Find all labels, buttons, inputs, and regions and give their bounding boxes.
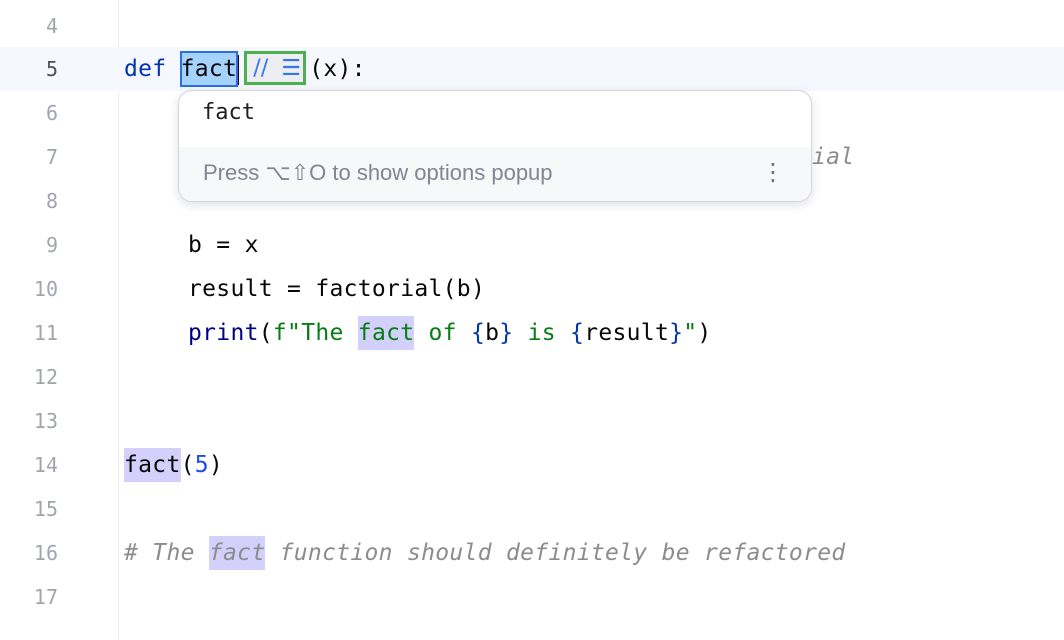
line-number: 16 bbox=[33, 541, 58, 565]
line-number: 7 bbox=[45, 145, 58, 169]
string-part: " bbox=[683, 320, 698, 346]
rename-suggestion-popup: fact Press ⌥⇧O to show options popup ⋮ bbox=[178, 90, 812, 202]
usage-highlight: fact bbox=[124, 448, 181, 482]
suggestion-label: fact bbox=[202, 100, 255, 125]
code-text: print(f"The fact of {b} is {result}") bbox=[188, 311, 712, 355]
footer-hint-text: Press ⌥⇧O to show options popup bbox=[203, 160, 553, 185]
paren: ) bbox=[697, 320, 712, 346]
code-line-17[interactable]: 17 bbox=[0, 575, 1064, 619]
code-line-13[interactable]: 13 bbox=[0, 399, 1064, 443]
code-line-12[interactable]: 12 bbox=[0, 355, 1064, 399]
code-line-11[interactable]: 11 print(f"The fact of {b} is {result}") bbox=[0, 311, 1064, 355]
def-keyword: def bbox=[124, 56, 167, 82]
text-caret bbox=[236, 54, 240, 85]
brace: { bbox=[470, 320, 486, 346]
line-number: 11 bbox=[33, 321, 58, 345]
code-line-5[interactable]: 5 def fact // ☰ (x): bbox=[0, 47, 1064, 91]
code-text: result = factorial(b) bbox=[188, 276, 486, 302]
more-options-icon[interactable]: ⋮ bbox=[761, 157, 785, 187]
options-list-icon[interactable]: ☰ bbox=[281, 56, 301, 82]
code-line-14[interactable]: 14 fact(5) bbox=[0, 443, 1064, 487]
string-part: is bbox=[513, 320, 571, 346]
suggestion-item[interactable]: fact bbox=[179, 91, 811, 147]
comment-toggle-icon[interactable]: // bbox=[253, 56, 268, 82]
code-text: # The fact function should definitely be… bbox=[124, 531, 846, 575]
code-line-16[interactable]: 16 # The fact function should definitely… bbox=[0, 531, 1064, 575]
usage-highlight: fact bbox=[208, 536, 266, 570]
line-number: 4 bbox=[45, 14, 58, 38]
comment-part: function should definitely be refactored bbox=[265, 540, 846, 566]
code-text: fact(5) bbox=[124, 443, 223, 487]
paren: ) bbox=[208, 452, 224, 478]
code-text: def fact // ☰ (x): bbox=[124, 47, 366, 91]
line-number: 6 bbox=[45, 101, 58, 125]
string-part: f"The bbox=[272, 320, 358, 346]
params: (x): bbox=[309, 56, 366, 82]
comment-part: # The bbox=[124, 540, 209, 566]
rename-field[interactable]: fact bbox=[179, 51, 239, 87]
line-number: 12 bbox=[33, 365, 58, 389]
line-number: 17 bbox=[33, 585, 58, 609]
paren: ( bbox=[258, 320, 273, 346]
code-line-4[interactable]: 4 bbox=[0, 4, 1064, 48]
code-line-9[interactable]: 9 b = x bbox=[0, 223, 1064, 267]
brace: { bbox=[570, 320, 585, 346]
var: result bbox=[584, 320, 670, 346]
code-text: b = x bbox=[188, 232, 259, 258]
line-number: 9 bbox=[45, 233, 58, 257]
usage-highlight: fact bbox=[357, 316, 415, 350]
inline-rename-hints[interactable]: // ☰ bbox=[244, 50, 307, 85]
line-number: 13 bbox=[33, 409, 58, 433]
line-number: 14 bbox=[33, 453, 58, 477]
brace: } bbox=[669, 320, 684, 346]
line-number: 5 bbox=[45, 57, 58, 81]
popup-footer: Press ⌥⇧O to show options popup ⋮ bbox=[179, 147, 811, 201]
number-literal: 5 bbox=[194, 452, 209, 478]
var: b bbox=[485, 320, 500, 346]
code-line-10[interactable]: 10 result = factorial(b) bbox=[0, 267, 1064, 311]
line-number: 10 bbox=[33, 277, 58, 301]
comment-tail: ial bbox=[812, 144, 855, 170]
code-line-15[interactable]: 15 bbox=[0, 487, 1064, 531]
paren: ( bbox=[180, 452, 195, 478]
brace: } bbox=[499, 320, 514, 346]
print-builtin: print bbox=[188, 320, 259, 346]
string-part: of bbox=[414, 320, 471, 346]
line-number: 8 bbox=[45, 189, 58, 213]
line-number: 15 bbox=[33, 497, 58, 521]
